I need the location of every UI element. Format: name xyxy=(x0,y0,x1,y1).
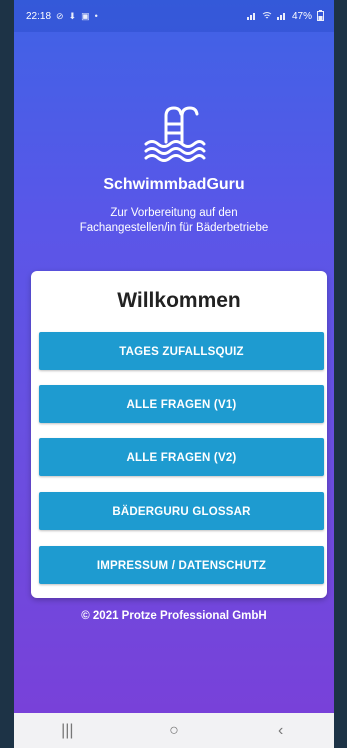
imprint-privacy-button[interactable]: IMPRESSUM / DATENSCHUTZ xyxy=(39,546,324,584)
all-questions-v2-button[interactable]: ALLE FRAGEN (V2) xyxy=(39,438,324,476)
download-icon: ⬇ xyxy=(68,10,77,21)
app-subtitle: Zur Vorbereitung auf den Fachangestellen… xyxy=(14,206,334,236)
logo-container xyxy=(14,104,334,164)
app-screen: 22:18 ⊘ ⬇ ▣ • 47% SchwimmbadGuru Zur Vor… xyxy=(14,0,334,748)
copyright-text: © 2021 Protze Professional GmbH xyxy=(81,610,267,622)
home-button[interactable]: ○ xyxy=(154,722,194,740)
back-button[interactable]: ‹ xyxy=(261,722,301,740)
signal-icon-2 xyxy=(276,11,287,22)
status-bar: 22:18 ⊘ ⬇ ▣ • 47% xyxy=(14,0,334,32)
battery-icon xyxy=(317,9,324,23)
all-questions-v1-button[interactable]: ALLE FRAGEN (V1) xyxy=(39,385,324,423)
dot-icon: • xyxy=(94,11,98,21)
wifi-icon xyxy=(262,11,272,22)
signal-icon xyxy=(246,11,257,22)
battery-percent: 47% xyxy=(291,10,312,22)
status-left: 22:18 ⊘ ⬇ ▣ • xyxy=(26,11,98,22)
welcome-heading: Willkommen xyxy=(117,289,241,312)
pool-ladder-icon xyxy=(144,106,206,162)
do-not-disturb-icon: ⊘ xyxy=(56,10,64,21)
glossary-button[interactable]: BÄDERGURU GLOSSAR xyxy=(39,492,324,530)
recents-button[interactable]: ||| xyxy=(47,722,87,740)
subtitle-line-1: Zur Vorbereitung auf den xyxy=(110,207,238,219)
status-time: 22:18 xyxy=(26,10,52,22)
image-icon: ▣ xyxy=(81,10,90,21)
status-right: 47% xyxy=(246,9,324,23)
app-title: SchwimmbadGuru xyxy=(103,176,245,193)
system-nav-bar: ||| ○ ‹ xyxy=(14,713,334,748)
daily-quiz-button[interactable]: TAGES ZUFALLSQUIZ xyxy=(39,332,324,370)
subtitle-line-2: Fachangestellen/in für Bäderbetriebe xyxy=(79,222,269,234)
